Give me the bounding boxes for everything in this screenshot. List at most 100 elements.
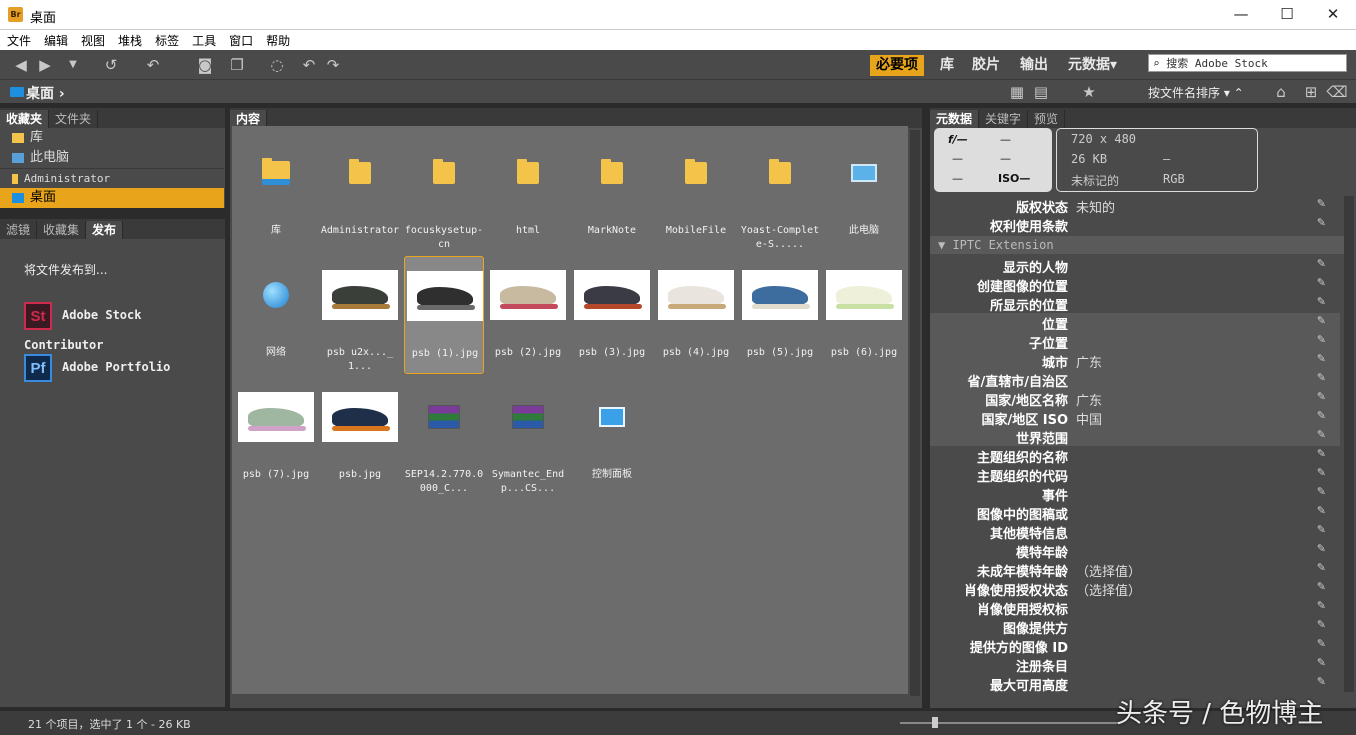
- edit-pencil-icon[interactable]: ✎: [1317, 599, 1326, 612]
- breadcrumb[interactable]: 桌面 ›: [26, 83, 65, 103]
- menu-item-4[interactable]: 标签: [148, 30, 185, 49]
- edit-pencil-icon[interactable]: ✎: [1317, 409, 1326, 422]
- thumbnail-item[interactable]: psb (7).jpg: [236, 378, 316, 496]
- metadata-value[interactable]: 未知的: [1076, 197, 1115, 216]
- edit-pencil-icon[interactable]: ✎: [1317, 542, 1326, 555]
- boomerang-icon[interactable]: ↺: [100, 55, 122, 75]
- metadata-row[interactable]: 显示的人物 ✎: [930, 256, 1340, 276]
- metadata-row[interactable]: 国家/地区名称 广东 ✎: [930, 389, 1340, 409]
- edit-pencil-icon[interactable]: ✎: [1317, 428, 1326, 441]
- back-arrow-icon[interactable]: ◀: [10, 55, 32, 75]
- metadata-row[interactable]: 其他模特信息 ✎: [930, 522, 1340, 542]
- thumbnail-item[interactable]: 此电脑: [824, 134, 904, 252]
- publish-adobe-portfolio[interactable]: Pf Adobe Portfolio: [24, 352, 170, 382]
- workspace-library[interactable]: 库: [934, 55, 960, 76]
- tab-folders[interactable]: 文件夹: [49, 110, 99, 128]
- favorite-desktop[interactable]: 桌面: [0, 188, 224, 208]
- close-button[interactable]: ✕: [1310, 0, 1356, 30]
- edit-pencil-icon[interactable]: ✎: [1317, 466, 1326, 479]
- metadata-value[interactable]: 广东: [1076, 390, 1102, 409]
- edit-pencil-icon[interactable]: ✎: [1317, 197, 1326, 210]
- thumbnail-quality-icon[interactable]: ▦: [1006, 82, 1028, 102]
- edit-pencil-icon[interactable]: ✎: [1317, 390, 1326, 403]
- menu-item-3[interactable]: 堆栈: [111, 30, 148, 49]
- camera-import-icon[interactable]: ◙: [194, 55, 216, 75]
- maximize-button[interactable]: ☐: [1264, 0, 1310, 30]
- edit-pencil-icon[interactable]: ✎: [1317, 523, 1326, 536]
- thumbnail-item[interactable]: psb u2x..._1...: [320, 256, 400, 374]
- metadata-row[interactable]: 国家/地区 ISO 中国 ✎: [930, 408, 1340, 428]
- metadata-value[interactable]: 广东: [1076, 352, 1102, 371]
- thumbnail-item[interactable]: psb (4).jpg: [656, 256, 736, 374]
- tab-publish[interactable]: 发布: [86, 221, 124, 239]
- publish-adobe-stock[interactable]: St Adobe Stock Contributor: [24, 300, 225, 352]
- rotate-left-icon[interactable]: ↶: [298, 55, 320, 75]
- edit-pencil-icon[interactable]: ✎: [1317, 504, 1326, 517]
- metadata-row[interactable]: 主题组织的代码 ✎: [930, 465, 1340, 485]
- metadata-row[interactable]: 图像中的图稿或 ✎: [930, 503, 1340, 523]
- menu-item-5[interactable]: 工具: [185, 30, 222, 49]
- metadata-row[interactable]: 未成年模特年龄 （选择值） ✎: [930, 560, 1340, 580]
- menu-item-7[interactable]: 帮助: [259, 30, 296, 49]
- edit-pencil-icon[interactable]: ✎: [1317, 216, 1326, 229]
- thumbnail-item[interactable]: psb (3).jpg: [572, 256, 652, 374]
- thumbnail-item[interactable]: 库: [236, 134, 316, 252]
- metadata-row[interactable]: 子位置 ✎: [930, 332, 1340, 352]
- workspace-filmstrip[interactable]: 胶片: [966, 55, 1006, 76]
- metadata-row[interactable]: 权利使用条款 ✎: [930, 215, 1340, 235]
- slider-handle[interactable]: [932, 717, 938, 728]
- tab-metadata[interactable]: 元数据: [930, 110, 980, 128]
- open-folder-icon[interactable]: ⌂: [1270, 82, 1292, 102]
- edit-pencil-icon[interactable]: ✎: [1317, 314, 1326, 327]
- thumbnail-item[interactable]: psb (6).jpg: [824, 256, 904, 374]
- metadata-row[interactable]: 省/直辖市/自治区 ✎: [930, 370, 1340, 390]
- thumbnail-item[interactable]: focuskysetup-cn: [404, 134, 484, 252]
- thumbnail-item[interactable]: psb (2).jpg: [488, 256, 568, 374]
- edit-pencil-icon[interactable]: ✎: [1317, 447, 1326, 460]
- thumbnail-item[interactable]: MarkNote: [572, 134, 652, 252]
- menu-item-6[interactable]: 窗口: [222, 30, 259, 49]
- metadata-value[interactable]: （选择值）: [1076, 580, 1141, 599]
- rotate-icon[interactable]: ↶: [142, 55, 164, 75]
- tab-collections[interactable]: 收藏集: [37, 221, 87, 239]
- metadata-row[interactable]: 肖像使用授权标 ✎: [930, 598, 1340, 618]
- edit-pencil-icon[interactable]: ✎: [1317, 675, 1326, 688]
- tab-preview[interactable]: 预览: [1028, 110, 1066, 128]
- tab-filter[interactable]: 滤镜: [0, 221, 38, 239]
- content-scrollbar[interactable]: [910, 130, 920, 696]
- workspace-output[interactable]: 输出: [1014, 55, 1054, 76]
- new-folder-icon[interactable]: ⊞: [1300, 82, 1322, 102]
- metadata-row[interactable]: 所显示的位置 ✎: [930, 294, 1340, 314]
- workspace-metadata[interactable]: 元数据▾: [1062, 55, 1123, 76]
- stock-search-input[interactable]: ⌕ 搜索 Adobe Stock: [1148, 54, 1347, 72]
- tab-keywords[interactable]: 关键字: [979, 110, 1029, 128]
- recent-dropdown-icon[interactable]: ▼: [62, 55, 84, 75]
- thumbnail-item[interactable]: MobileFile: [656, 134, 736, 252]
- metadata-scrollbar[interactable]: [1344, 196, 1354, 692]
- edit-pencil-icon[interactable]: ✎: [1317, 618, 1326, 631]
- refine-icon[interactable]: ❐: [226, 55, 248, 75]
- favorite-administrator[interactable]: Administrator: [0, 168, 224, 188]
- open-recent-icon[interactable]: ◌: [266, 55, 288, 75]
- edit-pencil-icon[interactable]: ✎: [1317, 276, 1326, 289]
- thumbnail-item[interactable]: psb (1).jpg: [404, 256, 484, 374]
- metadata-value[interactable]: （选择值）: [1076, 561, 1141, 580]
- iptc-section-header[interactable]: ▼ IPTC Extension: [930, 236, 1344, 254]
- metadata-row[interactable]: 肖像使用授权状态 （选择值） ✎: [930, 579, 1340, 599]
- rotate-right-icon[interactable]: ↷: [322, 55, 344, 75]
- metadata-row[interactable]: 版权状态 未知的 ✎: [930, 196, 1340, 216]
- thumbnail-item[interactable]: SEP14.2.770.0000_C...: [404, 378, 484, 496]
- trash-icon[interactable]: ⌫: [1326, 82, 1348, 102]
- edit-pencil-icon[interactable]: ✎: [1317, 352, 1326, 365]
- sort-dropdown[interactable]: 按文件名排序 ▾ ⌃: [1148, 84, 1244, 101]
- metadata-row[interactable]: 最大可用高度 ✎: [930, 674, 1340, 692]
- edit-pencil-icon[interactable]: ✎: [1317, 257, 1326, 270]
- edit-pencil-icon[interactable]: ✎: [1317, 561, 1326, 574]
- thumbnail-item[interactable]: Administrator: [320, 134, 400, 252]
- menu-item-0[interactable]: 文件: [0, 30, 37, 49]
- metadata-value[interactable]: 中国: [1076, 409, 1102, 428]
- metadata-row[interactable]: 图像提供方 ✎: [930, 617, 1340, 637]
- metadata-row[interactable]: 事件 ✎: [930, 484, 1340, 504]
- thumbnail-item[interactable]: Yoast-Complete-S.....: [740, 134, 820, 252]
- thumbnail-item[interactable]: 控制面板: [572, 378, 652, 496]
